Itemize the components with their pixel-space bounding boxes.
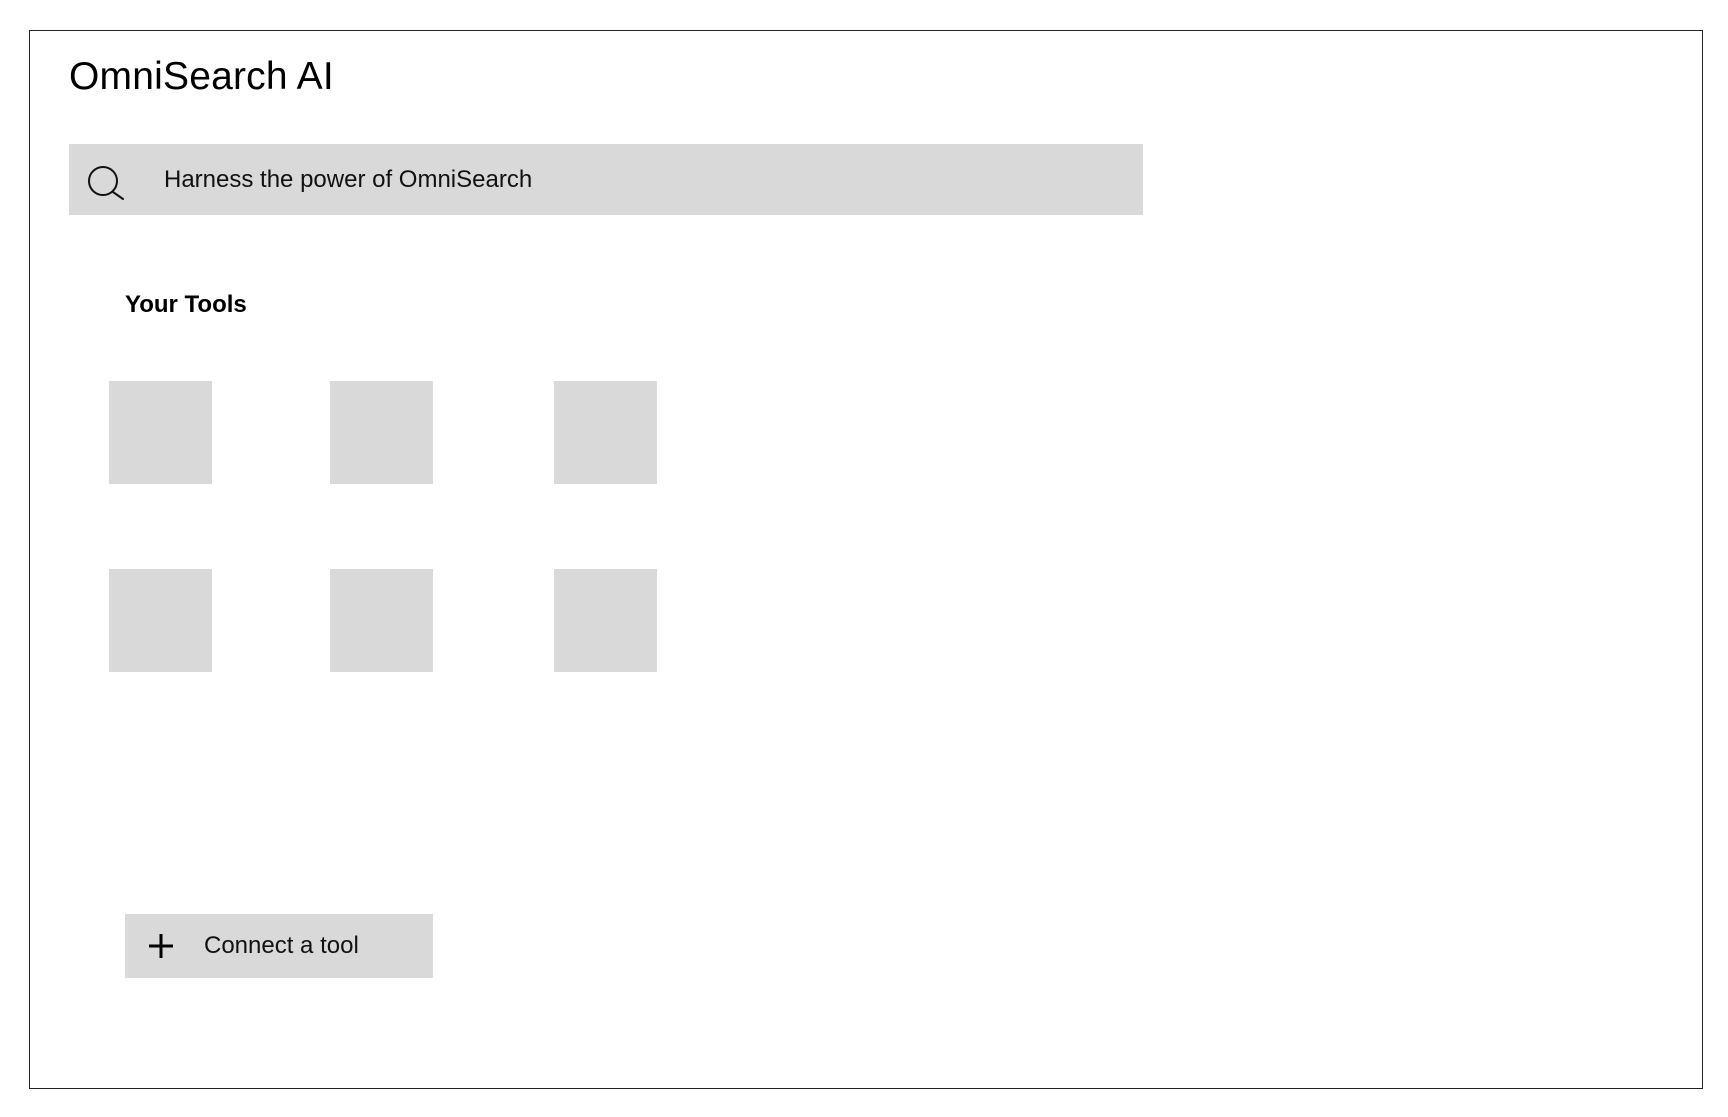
tool-tile[interactable] — [554, 569, 657, 672]
tool-tile[interactable] — [330, 569, 433, 672]
section-title-your-tools: Your Tools — [125, 291, 247, 318]
tool-tile[interactable] — [554, 381, 657, 484]
plus-icon — [149, 934, 173, 958]
tool-tile[interactable] — [109, 569, 212, 672]
search-bar[interactable] — [69, 144, 1143, 215]
connect-tool-button[interactable]: Connect a tool — [125, 914, 433, 978]
app-title: OmniSearch AI — [69, 55, 334, 98]
search-input[interactable] — [164, 144, 1114, 215]
tool-tile[interactable] — [109, 381, 212, 484]
connect-tool-label: Connect a tool — [204, 932, 359, 959]
app-window: OmniSearch AI Your Tools Connect a tool — [29, 30, 1703, 1089]
search-icon — [88, 166, 124, 200]
tool-tile[interactable] — [330, 381, 433, 484]
